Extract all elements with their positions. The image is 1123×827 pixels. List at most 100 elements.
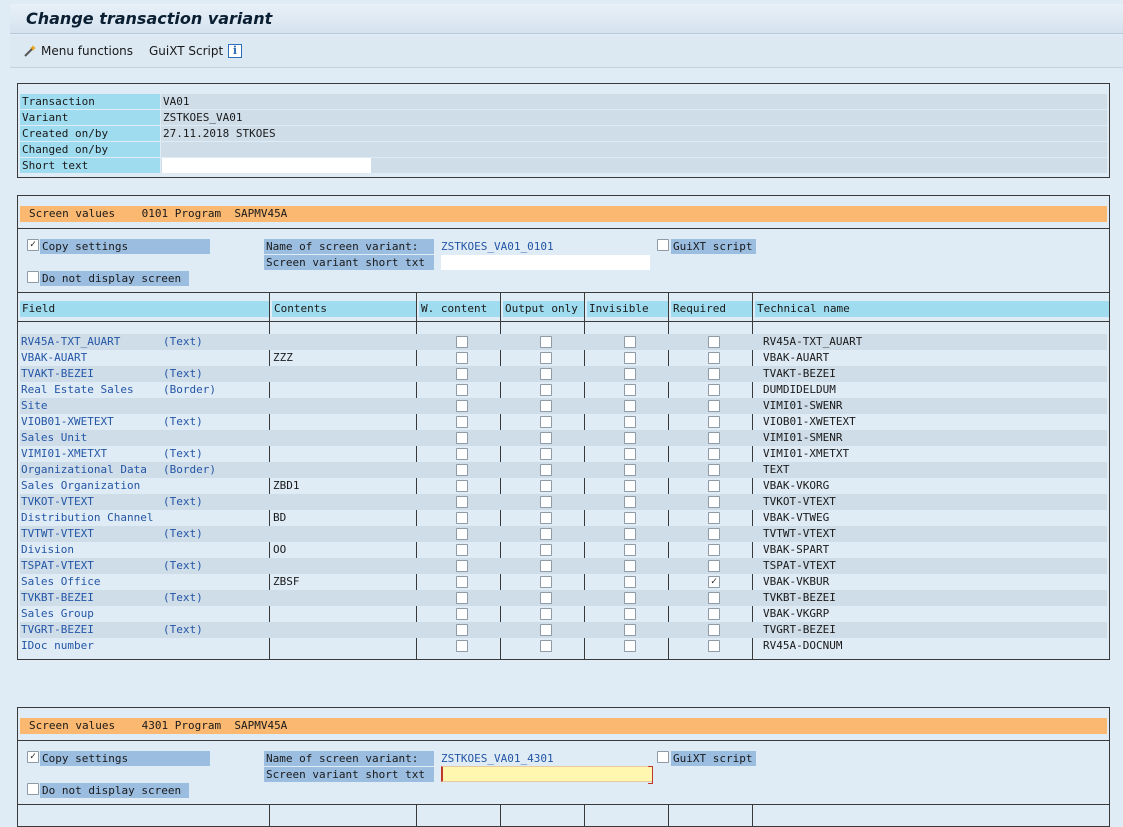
output-only-checkbox[interactable] [540,416,552,428]
invisible-checkbox[interactable] [624,368,636,380]
required-checkbox[interactable] [708,560,720,572]
info-button[interactable]: i [228,44,242,58]
required-checkbox[interactable] [708,512,720,524]
col-header-field[interactable]: Field [20,301,269,317]
with-content-checkbox[interactable] [456,400,468,412]
field-name-cell[interactable]: TVAKT-BEZEI [21,366,94,382]
field-name-cell[interactable]: Sales Unit [21,430,87,446]
invisible-checkbox[interactable] [624,416,636,428]
invisible-checkbox[interactable] [624,560,636,572]
required-checkbox[interactable] [708,448,720,460]
output-only-checkbox[interactable] [540,624,552,636]
field-name-cell[interactable]: VIOB01-XWETEXT [21,414,114,430]
do-not-display-checkbox-2[interactable] [27,783,39,795]
field-name-cell[interactable]: VBAK-AUART [21,350,87,366]
output-only-checkbox[interactable] [540,592,552,604]
required-checkbox[interactable] [708,624,720,636]
menu-functions-button[interactable]: Menu functions [23,44,133,58]
required-checkbox[interactable] [708,592,720,604]
guixt-script-checkbox[interactable] [657,239,669,251]
with-content-checkbox[interactable] [456,576,468,588]
output-only-checkbox[interactable] [540,528,552,540]
output-only-checkbox[interactable] [540,560,552,572]
with-content-checkbox[interactable] [456,544,468,556]
output-only-checkbox[interactable] [540,432,552,444]
field-name-cell[interactable]: Division [21,542,74,558]
invisible-checkbox[interactable] [624,336,636,348]
invisible-checkbox[interactable] [624,592,636,604]
invisible-checkbox[interactable] [624,544,636,556]
with-content-checkbox[interactable] [456,528,468,540]
col-header-output-only[interactable]: Output only [503,301,584,317]
with-content-checkbox[interactable] [456,624,468,636]
field-name-cell[interactable]: Organizational Data [21,462,147,478]
with-content-checkbox[interactable] [456,480,468,492]
do-not-display-checkbox[interactable] [27,271,39,283]
output-only-checkbox[interactable] [540,544,552,556]
required-checkbox[interactable] [708,480,720,492]
invisible-checkbox[interactable] [624,640,636,652]
with-content-checkbox[interactable] [456,384,468,396]
required-checkbox[interactable] [708,544,720,556]
output-only-checkbox[interactable] [540,400,552,412]
with-content-checkbox[interactable] [456,512,468,524]
field-name-cell[interactable]: RV45A-TXT_AUART [21,334,120,350]
field-name-cell[interactable]: Sales Office [21,574,100,590]
field-name-cell[interactable]: Site [21,398,48,414]
required-checkbox[interactable] [708,336,720,348]
invisible-checkbox[interactable] [624,448,636,460]
output-only-checkbox[interactable] [540,576,552,588]
field-name-cell[interactable]: Sales Organization [21,478,140,494]
copy-settings-checkbox-2[interactable]: ✓ [27,751,39,763]
with-content-checkbox[interactable] [456,640,468,652]
required-checkbox[interactable] [708,352,720,364]
output-only-checkbox[interactable] [540,352,552,364]
field-name-cell[interactable]: TVKOT-VTEXT [21,494,94,510]
invisible-checkbox[interactable] [624,496,636,508]
invisible-checkbox[interactable] [624,528,636,540]
screen-variant-short-txt-input-2[interactable] [441,766,653,784]
invisible-checkbox[interactable] [624,432,636,444]
output-only-checkbox[interactable] [540,608,552,620]
field-name-cell[interactable]: TSPAT-VTEXT [21,558,94,574]
copy-settings-checkbox[interactable]: ✓ [27,239,39,251]
required-checkbox[interactable] [708,384,720,396]
invisible-checkbox[interactable] [624,480,636,492]
guixt-script-button[interactable]: GuiXT Script [149,44,223,58]
guixt-script-checkbox-2[interactable] [657,751,669,763]
with-content-checkbox[interactable] [456,432,468,444]
invisible-checkbox[interactable] [624,512,636,524]
field-name-cell[interactable]: Sales Group [21,606,94,622]
with-content-checkbox[interactable] [456,368,468,380]
invisible-checkbox[interactable] [624,624,636,636]
col-header-technical-name[interactable]: Technical name [755,301,1109,317]
output-only-checkbox[interactable] [540,480,552,492]
required-checkbox[interactable] [708,528,720,540]
invisible-checkbox[interactable] [624,384,636,396]
with-content-checkbox[interactable] [456,464,468,476]
field-name-cell[interactable]: Real Estate Sales [21,382,134,398]
invisible-checkbox[interactable] [624,352,636,364]
output-only-checkbox[interactable] [540,464,552,476]
with-content-checkbox[interactable] [456,336,468,348]
output-only-checkbox[interactable] [540,368,552,380]
required-checkbox[interactable] [708,400,720,412]
with-content-checkbox[interactable] [456,608,468,620]
output-only-checkbox[interactable] [540,640,552,652]
invisible-checkbox[interactable] [624,576,636,588]
output-only-checkbox[interactable] [540,336,552,348]
invisible-checkbox[interactable] [624,608,636,620]
field-name-cell[interactable]: TVKBT-BEZEI [21,590,94,606]
required-checkbox[interactable]: ✓ [708,576,720,588]
required-checkbox[interactable] [708,496,720,508]
field-name-cell[interactable]: TVGRT-BEZEI [21,622,94,638]
with-content-checkbox[interactable] [456,560,468,572]
short-text-input[interactable] [162,158,371,173]
output-only-checkbox[interactable] [540,496,552,508]
screen-variant-short-txt-input[interactable] [441,255,650,270]
col-header-with-content[interactable]: W. content [419,301,500,317]
required-checkbox[interactable] [708,432,720,444]
field-name-cell[interactable]: Distribution Channel [21,510,153,526]
with-content-checkbox[interactable] [456,448,468,460]
invisible-checkbox[interactable] [624,464,636,476]
